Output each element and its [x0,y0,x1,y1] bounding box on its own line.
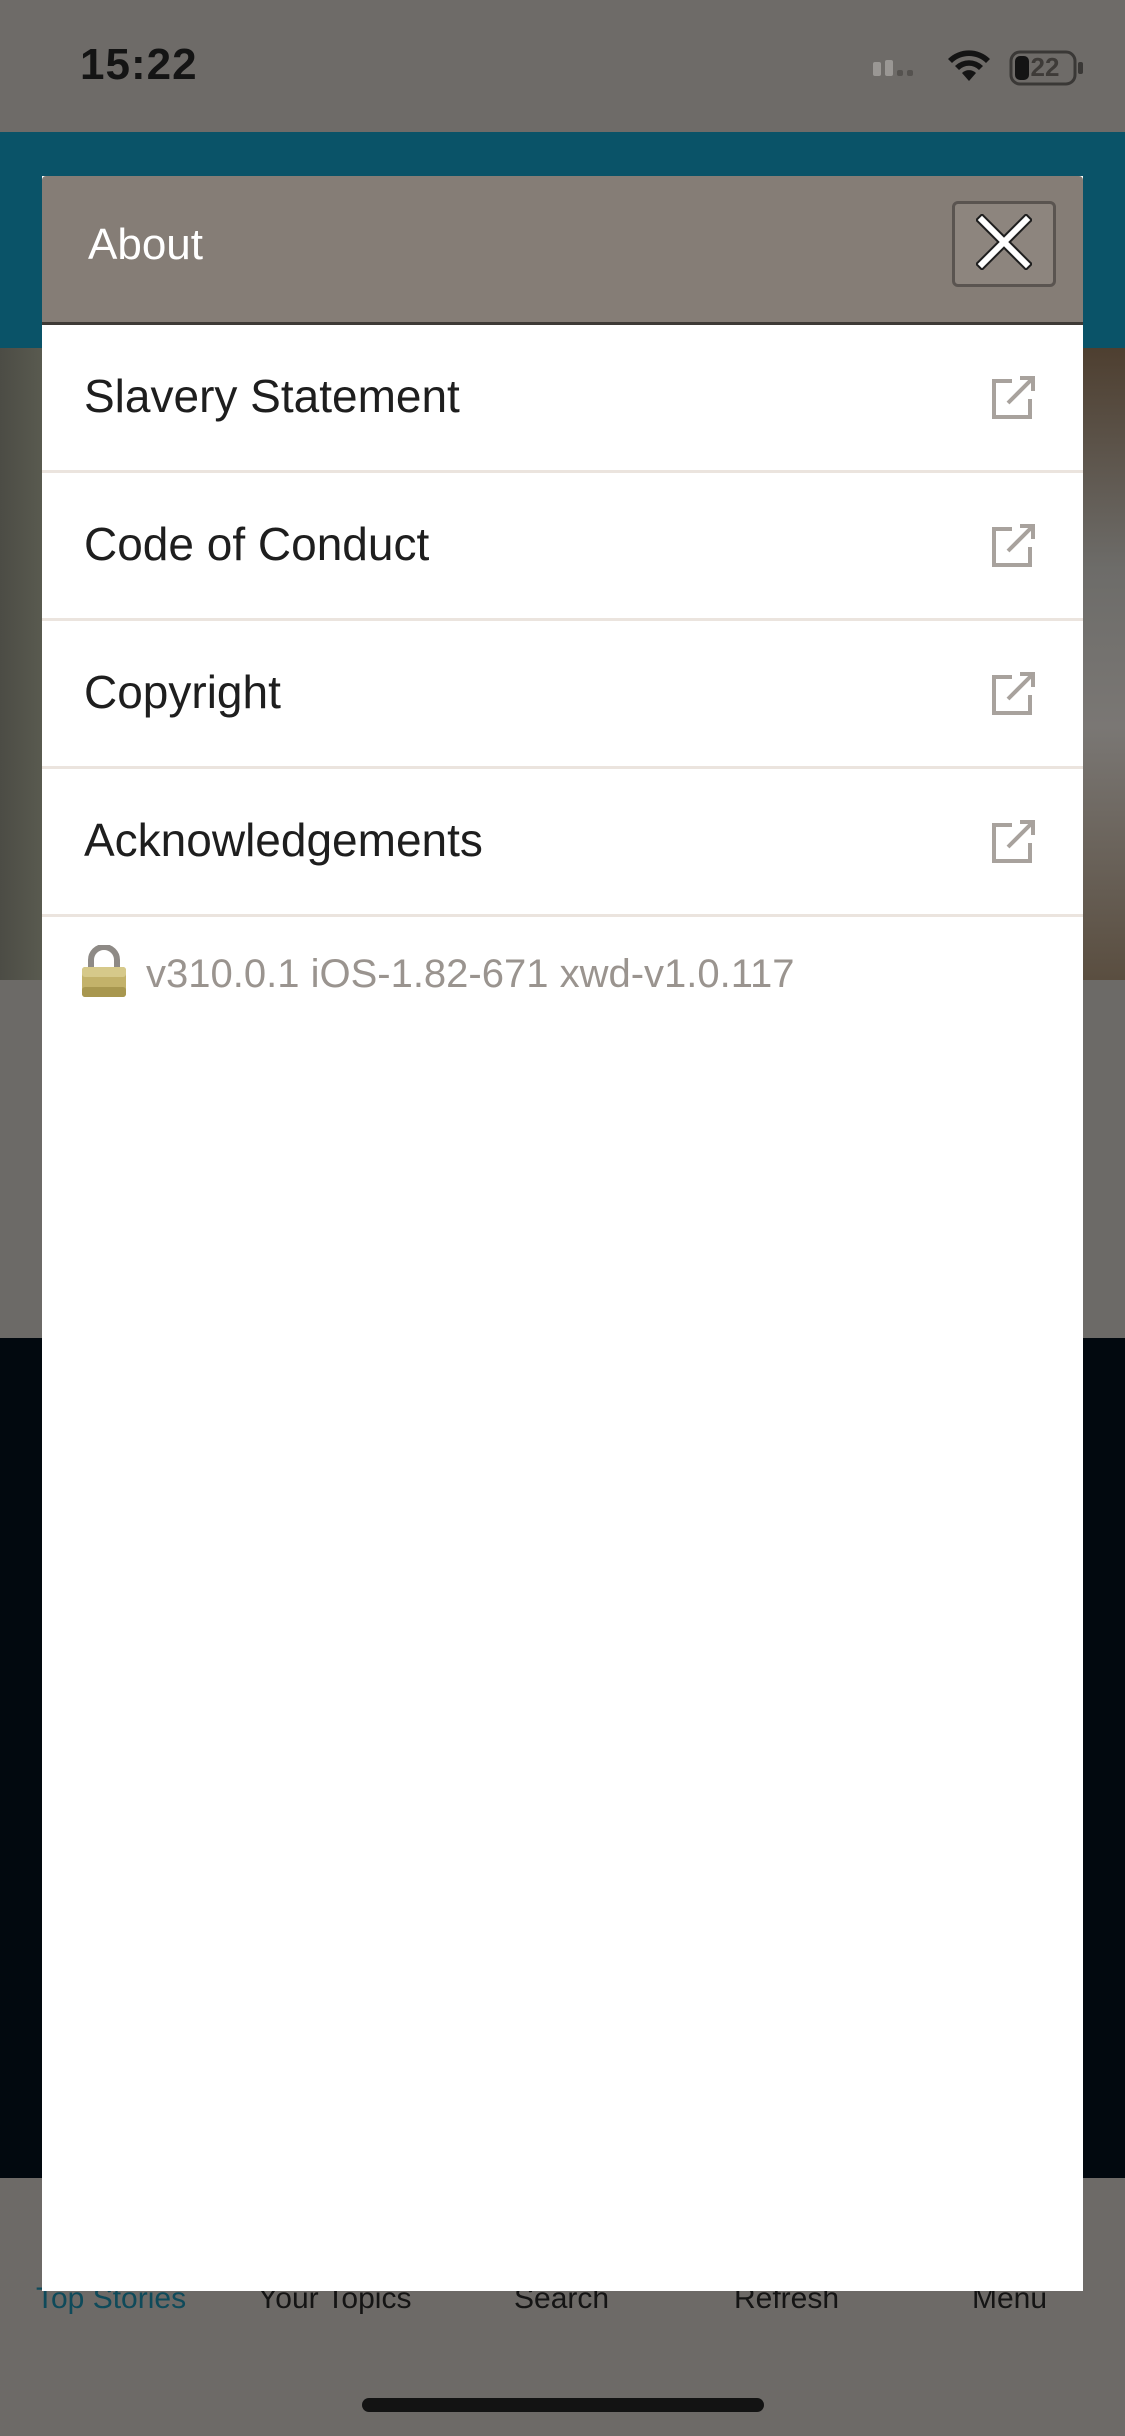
status-time: 15:22 [80,40,198,89]
signal-icon [873,56,929,81]
lock-icon [80,943,128,1004]
about-modal: About Slavery Statement Code of Conduct [42,176,1083,2291]
external-link-icon [990,375,1036,421]
menu-item-copyright[interactable]: Copyright [42,621,1083,769]
menu-item-code-of-conduct[interactable]: Code of Conduct [42,473,1083,621]
menu-item-label: Code of Conduct [84,518,430,570]
version-text: v310.0.1 iOS-1.82-671 xwd-v1.0.117 [146,951,795,996]
external-link-icon [990,819,1036,865]
menu-item-label: Copyright [84,666,281,718]
modal-title: About [88,220,203,269]
version-row: v310.0.1 iOS-1.82-671 xwd-v1.0.117 [80,943,795,1004]
about-menu-list: Slavery Statement Code of Conduct Copyri… [42,325,1083,917]
menu-item-label: Slavery Statement [84,370,460,422]
menu-item-slavery-statement[interactable]: Slavery Statement [42,325,1083,473]
status-icons: 22 [873,48,1085,88]
home-indicator [362,2398,764,2412]
close-icon [974,212,1034,275]
status-bar: 15:22 22 [0,0,1125,132]
modal-header: About [42,176,1083,325]
battery-level: 22 [1030,52,1060,82]
external-link-icon [990,671,1036,717]
external-link-icon [990,523,1036,569]
wifi-icon [947,49,991,88]
battery-icon: 22 [1009,50,1085,86]
close-button[interactable] [952,201,1056,287]
menu-item-acknowledgements[interactable]: Acknowledgements [42,769,1083,917]
article-image-edge [1082,348,1125,980]
menu-item-label: Acknowledgements [84,814,483,866]
